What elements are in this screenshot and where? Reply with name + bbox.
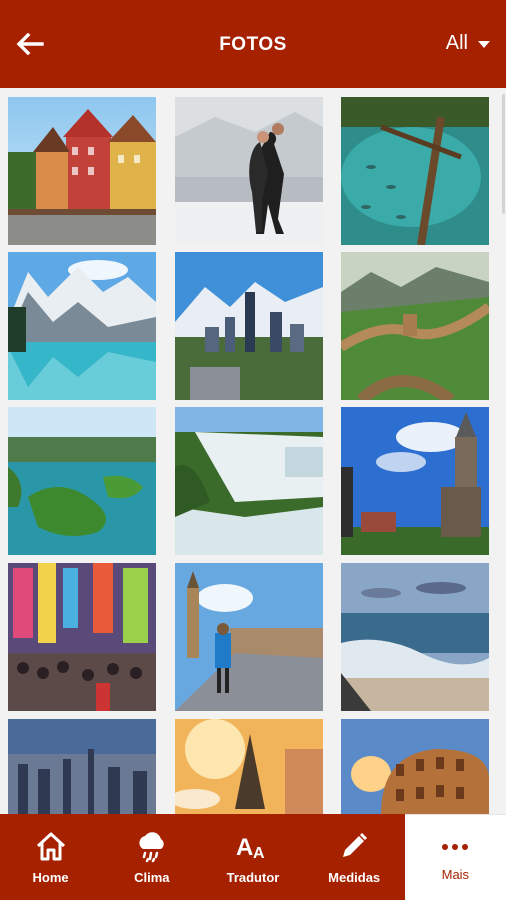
nav-clima[interactable]: Clima xyxy=(101,814,202,900)
photo-tile[interactable] xyxy=(341,97,489,245)
photo-tile[interactable] xyxy=(341,563,489,711)
nav-home-label: Home xyxy=(32,870,69,885)
photo-tile[interactable] xyxy=(175,719,323,814)
scrollbar[interactable] xyxy=(502,94,505,214)
app-bar: FOTOS All xyxy=(0,0,506,88)
photo-tile[interactable] xyxy=(341,719,489,814)
photo-tile[interactable] xyxy=(8,563,156,711)
svg-text:A: A xyxy=(236,834,253,861)
nav-home[interactable]: Home xyxy=(0,814,101,900)
nav-mais[interactable]: Mais xyxy=(404,814,506,900)
nav-mais-label: Mais xyxy=(441,867,470,882)
page-title: FOTOS xyxy=(219,34,287,55)
photo-tile[interactable] xyxy=(341,252,489,400)
photo-tile[interactable] xyxy=(175,97,323,245)
more-dots-icon xyxy=(442,844,469,850)
back-button[interactable] xyxy=(14,30,46,58)
photo-tile[interactable] xyxy=(175,252,323,400)
filter-dropdown[interactable]: All xyxy=(446,32,490,55)
svg-text:A: A xyxy=(253,845,265,861)
home-icon xyxy=(36,832,65,861)
photo-tile[interactable] xyxy=(175,407,323,555)
nav-clima-label: Clima xyxy=(134,870,170,885)
photo-tile[interactable] xyxy=(8,252,156,400)
photo-tile[interactable] xyxy=(8,97,156,245)
nav-tradutor[interactable]: A A Tradutor xyxy=(202,814,303,900)
nav-tradutor-label: Tradutor xyxy=(226,870,280,885)
cloud-rain-icon xyxy=(139,832,164,863)
translate-icon: A A xyxy=(236,834,265,861)
chevron-down-icon xyxy=(478,41,490,48)
pencil-icon xyxy=(343,832,368,857)
photo-tile[interactable] xyxy=(8,407,156,555)
arrow-left-icon xyxy=(16,33,44,55)
photo-grid[interactable] xyxy=(0,88,506,814)
photo-tile[interactable] xyxy=(341,407,489,555)
photo-tile[interactable] xyxy=(175,563,323,711)
filter-label: All xyxy=(445,32,468,54)
bottom-nav: Home Clima A A Tradutor Medidas Mais xyxy=(0,814,506,900)
nav-medidas[interactable]: Medidas xyxy=(304,814,405,900)
photo-tile[interactable] xyxy=(8,719,156,814)
nav-medidas-label: Medidas xyxy=(328,870,381,885)
